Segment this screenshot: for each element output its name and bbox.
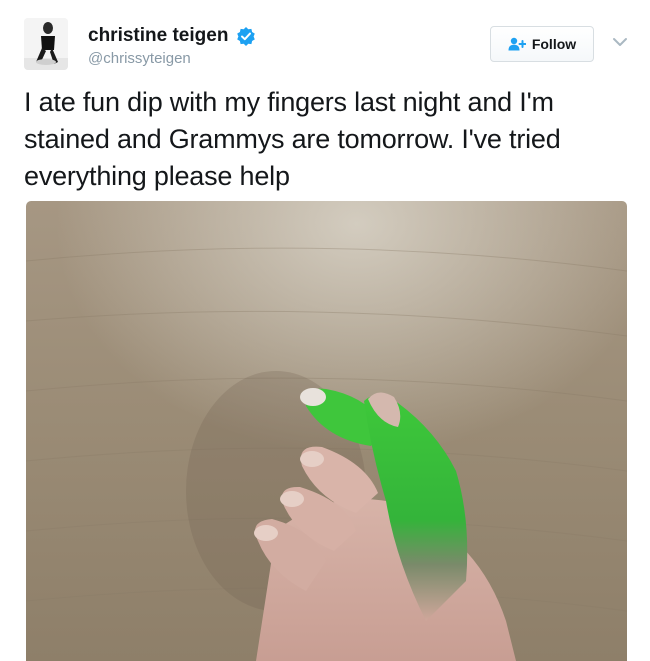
verified-badge-icon (237, 27, 255, 46)
avatar[interactable] (24, 18, 68, 70)
tweet-card: christine teigen @chrissyteigen Follow I… (0, 0, 650, 661)
user-handle[interactable]: @chrissyteigen (88, 50, 191, 67)
display-name[interactable]: christine teigen (88, 25, 228, 47)
avatar-photo (24, 18, 68, 70)
follow-button[interactable]: Follow (490, 26, 594, 62)
tweet-text: I ate fun dip with my fingers last night… (24, 87, 561, 191)
add-user-icon (508, 37, 526, 51)
hand-photo (26, 201, 627, 661)
tweet-photo[interactable] (26, 201, 627, 661)
chevron-down-icon[interactable] (612, 36, 628, 48)
follow-label: Follow (531, 36, 577, 52)
